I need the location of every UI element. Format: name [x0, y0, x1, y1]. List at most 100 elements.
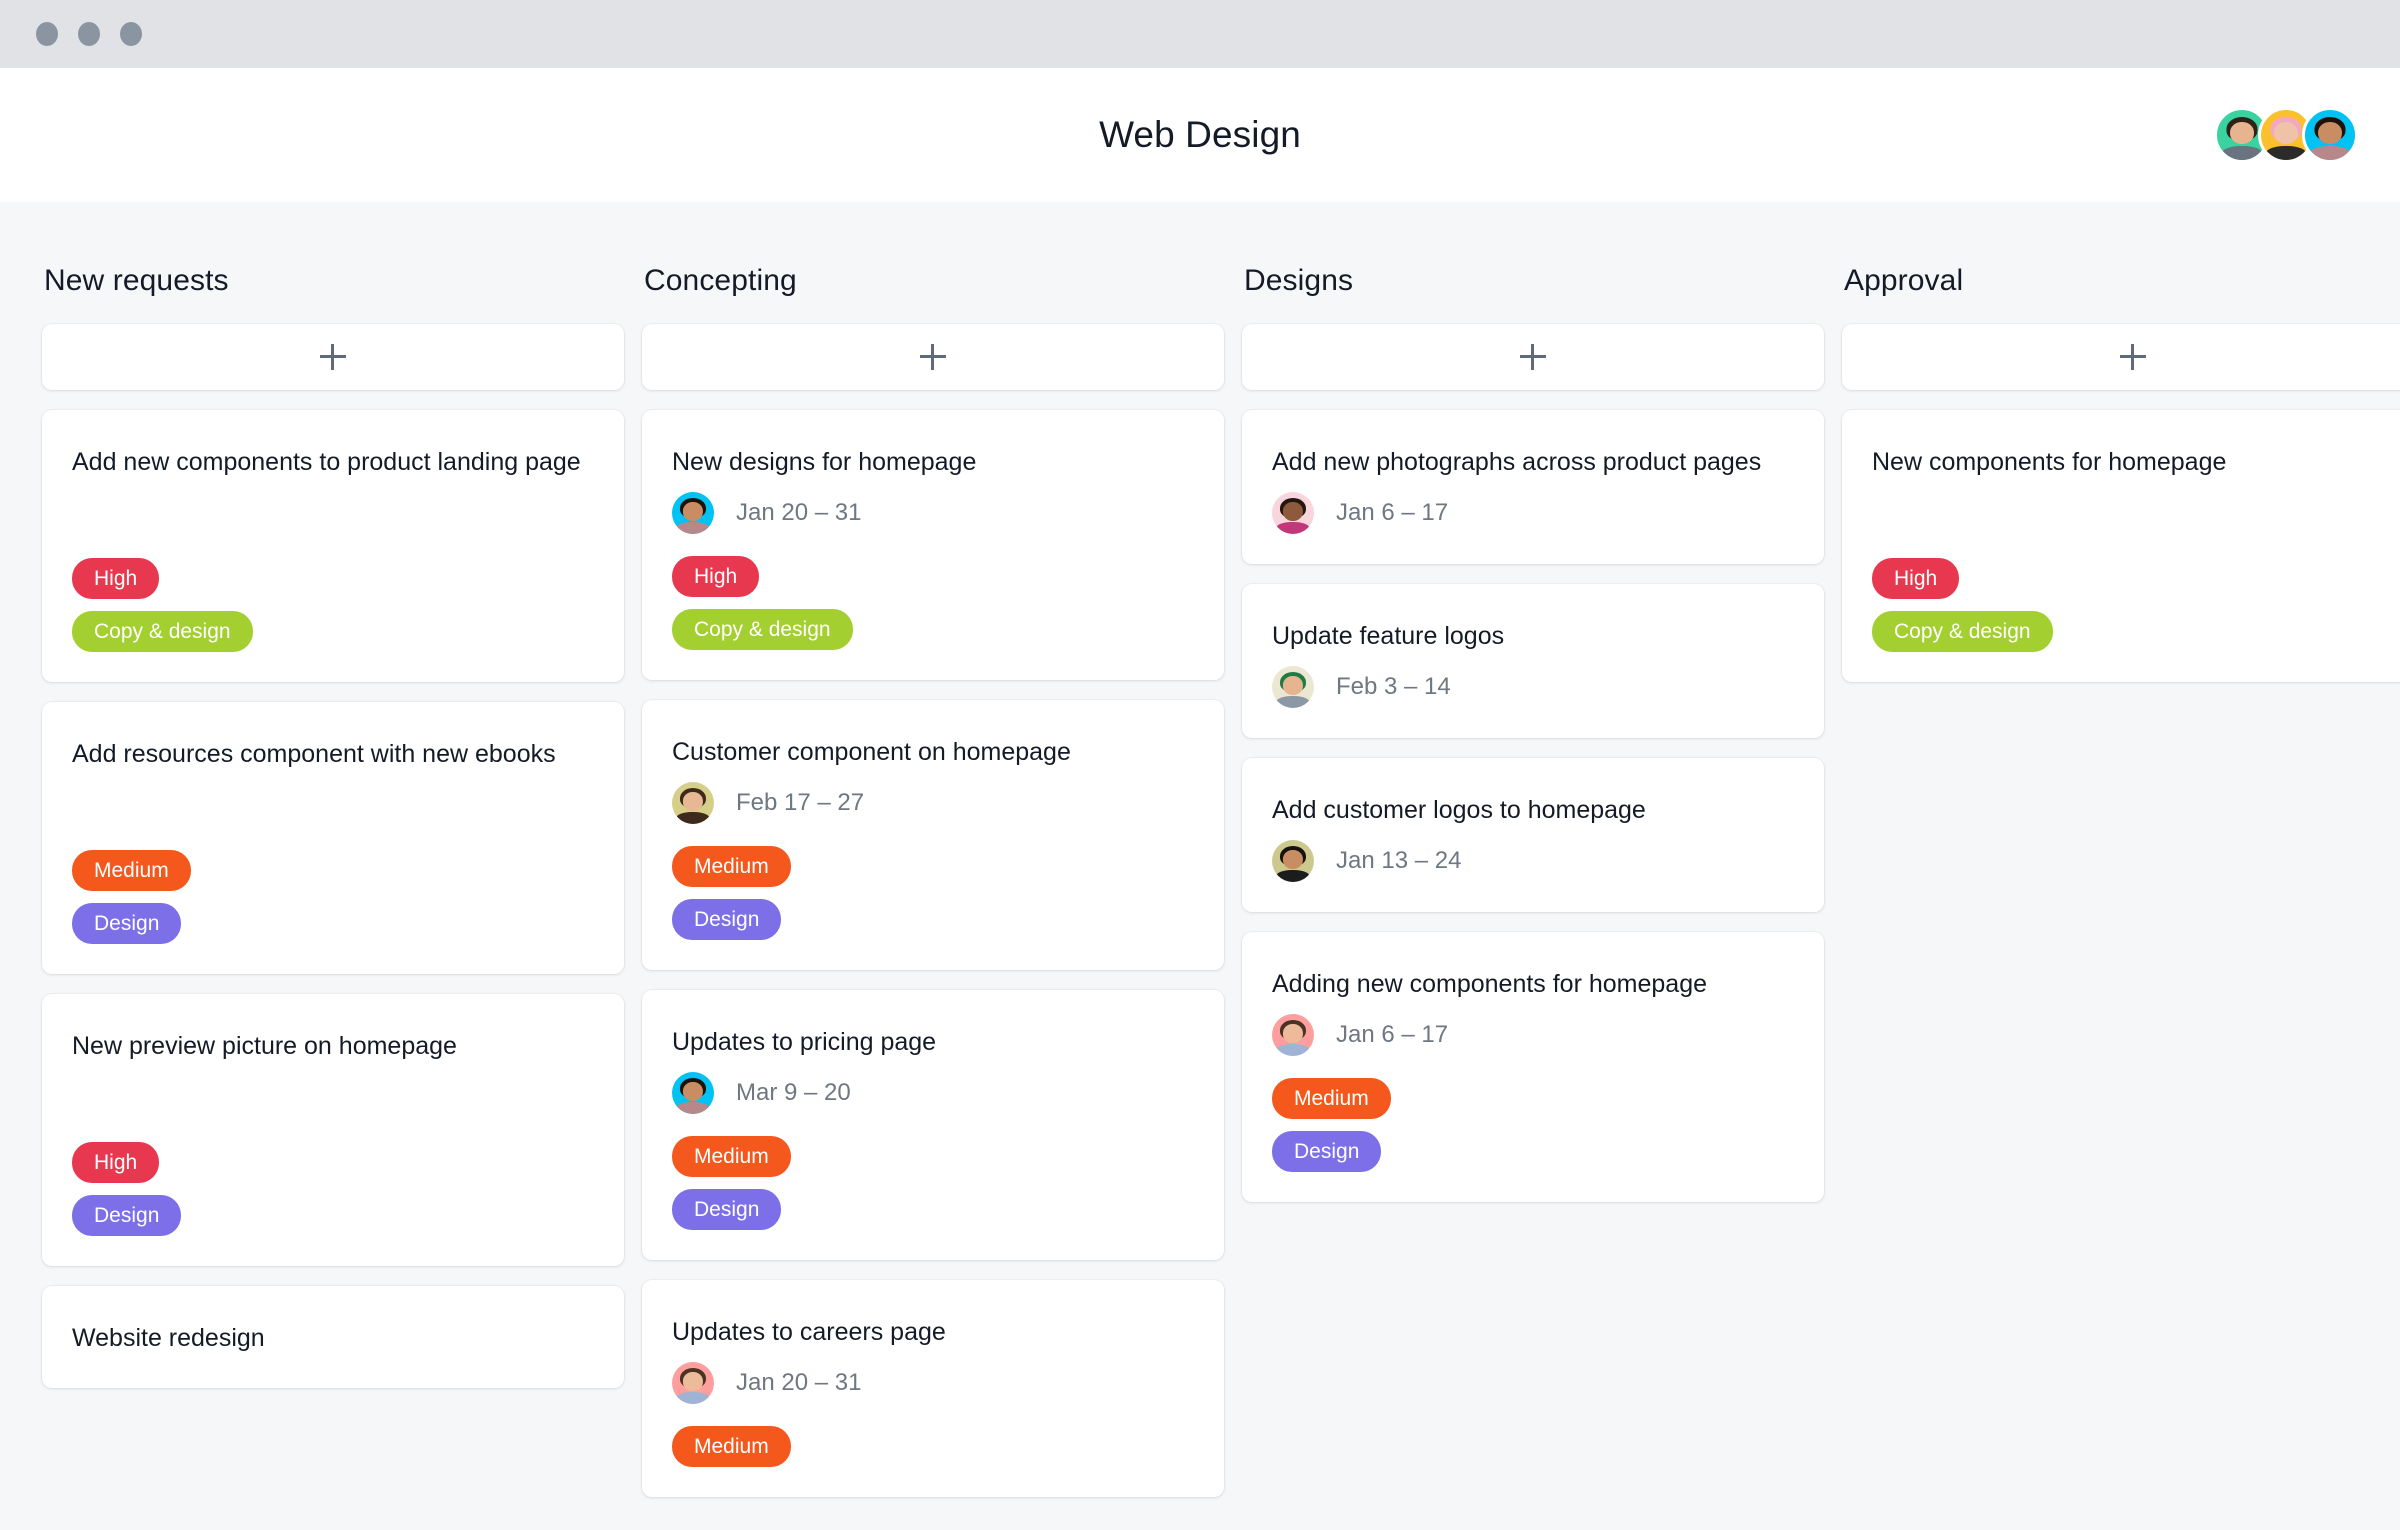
- add-card-button[interactable]: [1242, 324, 1824, 390]
- avatar-body: [1275, 870, 1311, 882]
- column-title: Designs: [1244, 264, 1354, 297]
- task-tag[interactable]: Design: [72, 903, 182, 944]
- avatar-body: [1275, 1044, 1311, 1056]
- task-tag[interactable]: Copy & design: [1872, 611, 2053, 652]
- kanban-board: New requests Add new components to produc…: [0, 202, 2400, 1530]
- task-card-title: Updates to careers page: [672, 1318, 946, 1346]
- kanban-column: New requests Add new components to produc…: [42, 264, 624, 1408]
- task-card[interactable]: New preview picture on homepage High Desig…: [42, 994, 624, 1266]
- task-tag[interactable]: High: [72, 558, 160, 599]
- column-title: New requests: [44, 264, 229, 297]
- tag-row: Medium: [72, 850, 594, 891]
- task-card[interactable]: Update feature logos Feb 3 – 14: [1242, 584, 1824, 738]
- kanban-column: Concepting New designs for homepage Jan 20…: [642, 264, 1224, 1517]
- avatar-face: [1282, 676, 1304, 695]
- task-card-title: Add resources component with new ebooks: [72, 740, 556, 768]
- avatar-body: [2309, 146, 2351, 160]
- task-card-meta: Mar 9 – 20: [672, 1072, 1194, 1114]
- add-card-button[interactable]: [642, 324, 1224, 390]
- avatar-body: [1275, 696, 1311, 708]
- task-card[interactable]: Updates to careers page Jan 20 – 31 Medium: [642, 1280, 1224, 1497]
- task-tag[interactable]: High: [72, 1142, 160, 1183]
- window-chrome: [0, 0, 2400, 68]
- task-card-tags: Medium: [672, 1426, 1194, 1467]
- task-card-date: Feb 17 – 27: [736, 789, 865, 816]
- assignee-avatar: [672, 492, 714, 534]
- task-card[interactable]: Adding new components for homepage Jan 6 …: [1242, 932, 1824, 1202]
- task-card[interactable]: Website redesign: [42, 1286, 624, 1388]
- plus-icon: [920, 344, 946, 370]
- tag-row: Copy & design: [1872, 611, 2394, 652]
- app-header: Web Design: [0, 68, 2400, 202]
- task-card[interactable]: Add new photographs across product pages…: [1242, 410, 1824, 564]
- task-tag[interactable]: Design: [672, 899, 782, 940]
- task-card-title: New preview picture on homepage: [72, 1032, 457, 1060]
- avatar-face: [682, 502, 704, 521]
- tag-row: Medium: [672, 846, 1194, 887]
- task-tag[interactable]: Medium: [1272, 1078, 1391, 1119]
- task-card-meta: Jan 20 – 31: [672, 492, 1194, 534]
- task-card-tags: Medium Design: [672, 846, 1194, 940]
- task-tag[interactable]: Design: [1272, 1131, 1382, 1172]
- add-card-button[interactable]: [42, 324, 624, 390]
- tag-row: High: [72, 558, 594, 599]
- tag-row: Design: [1272, 1131, 1794, 1172]
- tag-row: Copy & design: [72, 611, 594, 652]
- assignee-avatar: [1272, 840, 1314, 882]
- avatar-face: [682, 1082, 704, 1101]
- column-title: Concepting: [644, 264, 797, 297]
- task-card-title: New designs for homepage: [672, 448, 977, 476]
- task-card[interactable]: New components for homepage High Copy & de…: [1842, 410, 2400, 682]
- avatar-body: [2221, 146, 2263, 160]
- task-card-spacer: [72, 774, 594, 828]
- tag-row: Copy & design: [672, 609, 1194, 650]
- tag-row: High: [1872, 558, 2394, 599]
- avatar-face: [1282, 850, 1304, 869]
- task-card[interactable]: New designs for homepage Jan 20 – 31 High C…: [642, 410, 1224, 680]
- maximize-dot[interactable]: [120, 22, 142, 46]
- task-card-spacer: [72, 1066, 594, 1120]
- task-tag[interactable]: Medium: [672, 1136, 791, 1177]
- tag-row: Medium: [1272, 1078, 1794, 1119]
- task-card-spacer: [1872, 482, 2394, 536]
- task-card-spacer: [72, 482, 594, 536]
- task-tag[interactable]: High: [672, 556, 760, 597]
- add-card-button[interactable]: [1842, 324, 2400, 390]
- task-card-title: Adding new components for homepage: [1272, 970, 1708, 998]
- avatar-face: [2274, 122, 2298, 144]
- task-card-title: New components for homepage: [1872, 448, 2227, 476]
- task-card-tags: Medium Design: [72, 850, 594, 944]
- avatar-body: [675, 812, 711, 824]
- assignee-avatar: [1272, 1014, 1314, 1056]
- task-card[interactable]: Customer component on homepage Feb 17 – 2…: [642, 700, 1224, 970]
- task-card-tags: High Copy & design: [1872, 558, 2394, 652]
- assignee-avatar: [1272, 492, 1314, 534]
- task-tag[interactable]: Design: [672, 1189, 782, 1230]
- task-card[interactable]: Add customer logos to homepage Jan 13 – 2…: [1242, 758, 1824, 912]
- task-card-date: Jan 6 – 17: [1336, 1021, 1449, 1048]
- task-card[interactable]: Add resources component with new ebooks M…: [42, 702, 624, 974]
- avatar-face: [682, 1372, 704, 1391]
- task-tag[interactable]: Copy & design: [72, 611, 253, 652]
- task-tag[interactable]: Copy & design: [672, 609, 853, 650]
- task-card[interactable]: Updates to pricing page Mar 9 – 20 Medium D…: [642, 990, 1224, 1260]
- task-tag[interactable]: Medium: [672, 1426, 791, 1467]
- task-tag[interactable]: Medium: [672, 846, 791, 887]
- task-tag[interactable]: Design: [72, 1195, 182, 1236]
- tag-row: Design: [672, 1189, 1194, 1230]
- task-card-title: Add new components to product landing pa…: [72, 448, 581, 476]
- task-tag[interactable]: High: [1872, 558, 1960, 599]
- assignee-avatar: [672, 1362, 714, 1404]
- task-card[interactable]: Add new components to product landing pa…: [42, 410, 624, 682]
- close-dot[interactable]: [36, 22, 58, 46]
- member-avatar-group[interactable]: [2214, 107, 2358, 163]
- task-card-tags: Medium Design: [672, 1136, 1194, 1230]
- avatar-body: [2265, 146, 2307, 160]
- plus-icon: [320, 344, 346, 370]
- assignee-avatar: [1272, 666, 1314, 708]
- task-tag[interactable]: Medium: [72, 850, 191, 891]
- minimize-dot[interactable]: [78, 22, 100, 46]
- task-card-date: Jan 20 – 31: [736, 499, 862, 526]
- avatar-body: [675, 522, 711, 534]
- page-title: Web Design: [1099, 114, 1301, 155]
